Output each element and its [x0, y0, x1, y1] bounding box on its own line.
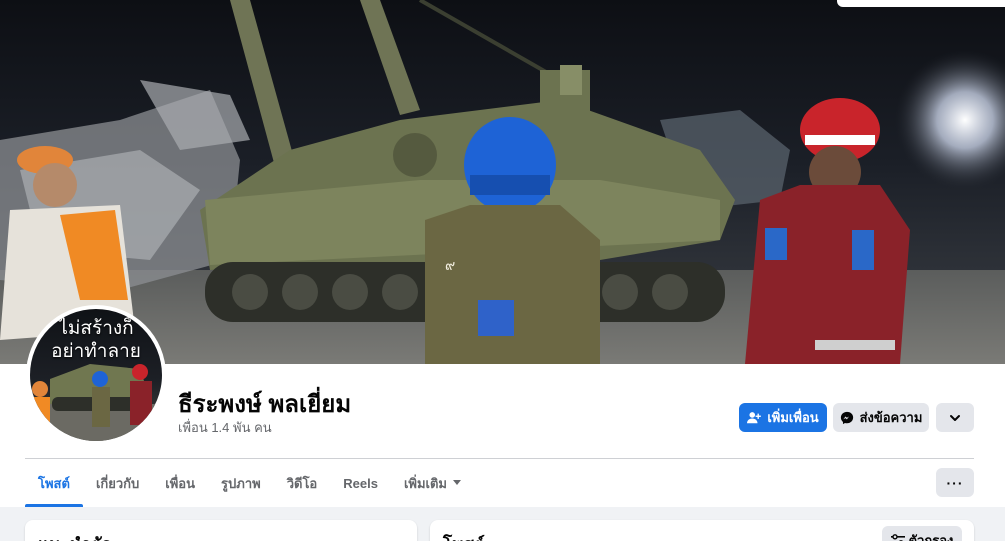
posts-card-title: โพสต์: [443, 531, 485, 541]
svg-text:๙: ๙: [445, 258, 455, 274]
add-friend-button[interactable]: เพิ่มเพื่อน: [739, 403, 827, 432]
filter-icon: [890, 534, 905, 541]
intro-card-title: แนะนำตัว: [38, 531, 111, 541]
profile-tabs: โพสต์ เกี่ยวกับ เพื่อน รูปภาพ วิดีโอ Ree…: [25, 459, 474, 507]
add-friend-icon: [747, 411, 762, 425]
more-options-icon: ···: [946, 474, 964, 491]
avatar-caption-line1: ไม่สร้างก็: [58, 318, 134, 339]
tab-friends[interactable]: เพื่อน: [152, 459, 208, 507]
cover-top-right-overlay: [837, 0, 1005, 7]
tab-label: Reels: [343, 475, 378, 491]
tab-photos[interactable]: รูปภาพ: [208, 459, 274, 507]
messenger-icon: [840, 411, 854, 425]
tab-label: เพิ่มเติม: [403, 475, 447, 491]
filter-button[interactable]: ตัวกรอง: [882, 526, 962, 541]
message-button[interactable]: ส่งข้อความ: [833, 403, 929, 432]
chevron-down-icon: [949, 412, 961, 424]
tab-label: วิดีโอ: [286, 475, 318, 491]
friend-count[interactable]: เพื่อน 1.4 พัน คน: [178, 417, 272, 438]
intro-card: แนะนำตัว: [25, 520, 417, 541]
tab-label: โพสต์: [38, 475, 70, 491]
avatar-caption: ไม่สร้างก็ อย่าทำลาย: [30, 317, 162, 363]
tab-posts[interactable]: โพสต์: [25, 459, 83, 507]
avatar[interactable]: ไม่สร้างก็ อย่าทำลาย: [26, 305, 166, 445]
tab-label: รูปภาพ: [221, 475, 261, 491]
add-friend-label: เพิ่มเพื่อน: [767, 410, 819, 425]
profile-options-button[interactable]: [936, 403, 974, 432]
posts-card: โพสต์ ตัวกรอง: [430, 520, 974, 541]
tab-label: เพื่อน: [165, 475, 196, 491]
message-label: ส่งข้อความ: [859, 410, 923, 425]
more-options-button[interactable]: ···: [936, 468, 974, 497]
caret-down-icon: [453, 480, 461, 486]
tab-more[interactable]: เพิ่มเติม: [391, 459, 474, 507]
avatar-photo: ไม่สร้างก็ อย่าทำลาย: [30, 309, 162, 441]
avatar-caption-line2: อย่าทำลาย: [51, 341, 141, 362]
tab-reels[interactable]: Reels: [330, 459, 391, 507]
tab-videos[interactable]: วิดีโอ: [274, 459, 331, 507]
tab-about[interactable]: เกี่ยวกับ: [83, 459, 152, 507]
tab-label: เกี่ยวกับ: [95, 475, 140, 491]
filter-label: ตัวกรอง: [908, 532, 954, 541]
